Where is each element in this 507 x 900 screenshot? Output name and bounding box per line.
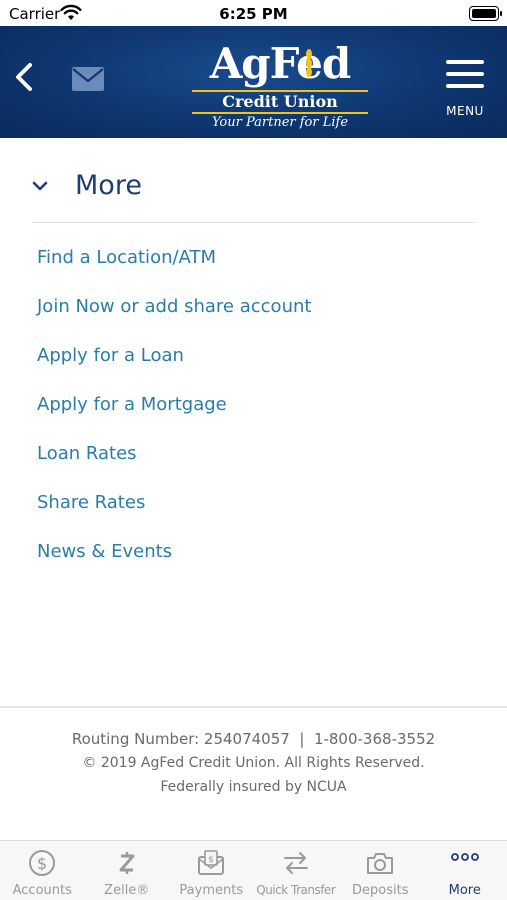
- list-item: Apply for a Loan: [37, 334, 477, 383]
- mail-icon[interactable]: [71, 66, 105, 92]
- tab-more[interactable]: More: [423, 841, 507, 900]
- logo-subtitle: Credit Union: [222, 92, 338, 111]
- svg-text:$: $: [37, 854, 47, 873]
- tab-label: Deposits: [352, 883, 409, 898]
- footer: Routing Number: 254074057 | 1-800-368-35…: [0, 706, 507, 840]
- section-title: More: [75, 170, 142, 201]
- tab-label: Accounts: [12, 883, 72, 898]
- tab-payments[interactable]: $ Payments: [169, 841, 254, 900]
- tab-deposits[interactable]: Deposits: [338, 841, 423, 900]
- payment-envelope-icon: $: [198, 850, 225, 875]
- list-item: Apply for a Mortgage: [37, 383, 477, 432]
- zelle-icon: [119, 852, 135, 874]
- loan-rates-link[interactable]: Loan Rates: [37, 432, 477, 476]
- more-section-header[interactable]: More: [32, 166, 476, 223]
- list-item: Loan Rates: [37, 432, 477, 481]
- wheat-icon: [306, 49, 312, 77]
- copyright-text: © 2019 AgFed Credit Union. All Rights Re…: [82, 755, 425, 771]
- camera-icon: [367, 853, 394, 874]
- status-bar: Carrier 6:25 PM: [0, 0, 507, 26]
- join-now-link[interactable]: Join Now or add share account: [37, 285, 477, 329]
- tab-accounts[interactable]: $ Accounts: [0, 841, 85, 900]
- logo-tagline: Your Partner for Life: [211, 115, 349, 130]
- tab-label: Payments: [179, 883, 244, 898]
- list-item: News & Events: [37, 530, 477, 579]
- tab-label: More: [448, 883, 481, 898]
- tab-bar: $ Accounts Zelle® $ Payments Quick Trans…: [0, 840, 507, 900]
- agfed-logo: AgFed Credit Union Your Partner for Life: [190, 40, 370, 130]
- chevron-down-icon: [32, 181, 48, 191]
- clock: 6:25 PM: [219, 5, 288, 23]
- tab-label: Quick Transfer: [256, 883, 336, 897]
- news-events-link[interactable]: News & Events: [37, 530, 477, 574]
- share-rates-link[interactable]: Share Rates: [37, 481, 477, 525]
- list-item: Share Rates: [37, 481, 477, 530]
- app-header: AgFed Credit Union Your Partner for Life…: [0, 26, 507, 138]
- transfer-arrows-icon: [283, 852, 308, 874]
- menu-button[interactable]: MENU: [443, 56, 487, 122]
- ncua-text: Federally insured by NCUA: [160, 779, 347, 795]
- list-item: Join Now or add share account: [37, 285, 477, 334]
- apply-loan-link[interactable]: Apply for a Loan: [37, 334, 477, 378]
- routing-info: Routing Number: 254074057 | 1-800-368-35…: [71, 730, 436, 748]
- menu-label: MENU: [446, 104, 484, 118]
- apply-mortgage-link[interactable]: Apply for a Mortgage: [37, 383, 477, 427]
- back-button[interactable]: [12, 59, 36, 95]
- list-item: Find a Location/ATM: [37, 236, 477, 285]
- tab-quick-transfer[interactable]: Quick Transfer: [254, 841, 339, 900]
- battery-icon: [469, 6, 502, 21]
- svg-text:$: $: [208, 855, 214, 865]
- find-location-link[interactable]: Find a Location/ATM: [37, 236, 477, 280]
- logo-name: AgFed: [209, 39, 352, 88]
- dollar-circle-icon: $: [29, 850, 56, 876]
- more-menu-list: Find a Location/ATM Join Now or add shar…: [37, 236, 477, 579]
- more-dots-icon: [450, 853, 479, 861]
- tab-label: Zelle®: [104, 883, 150, 898]
- tab-zelle[interactable]: Zelle®: [85, 841, 170, 900]
